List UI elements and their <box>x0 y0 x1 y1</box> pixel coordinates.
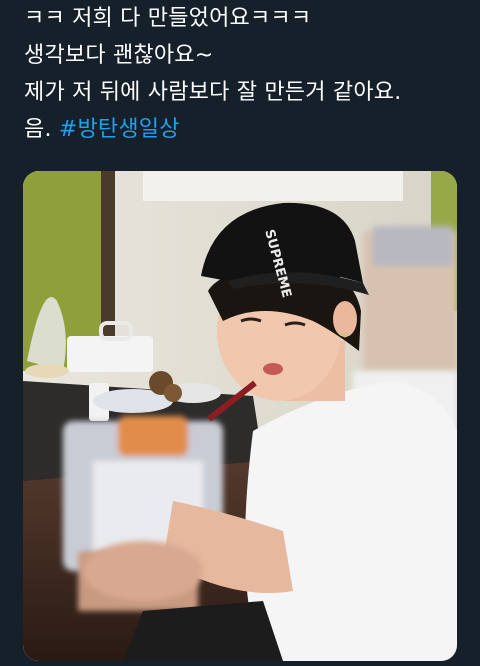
hashtag-link[interactable]: #방탄생일상 <box>59 117 180 142</box>
tweet-text-prefix: 음. <box>24 117 59 142</box>
tweet-photo[interactable]: SUPREME <box>23 171 457 661</box>
tweet-text-line-1: ㅋㅋ 저희 다 만들었어요ㅋㅋㅋ <box>24 6 312 31</box>
tweet-text-line-2: 생각보다 괜찮아요~ <box>24 43 214 68</box>
tweet-card: ㅋㅋ 저희 다 만들었어요ㅋㅋㅋ 생각보다 괜찮아요~ 제가 저 뒤에 사람보다… <box>0 0 480 666</box>
photo-illustration: SUPREME <box>23 171 457 661</box>
tweet-text-line-3: 제가 저 뒤에 사람보다 잘 만든거 같아요. <box>24 80 402 105</box>
tweet-text-line-4: 음. #방탄생일상 <box>24 111 464 148</box>
tweet-text: ㅋㅋ 저희 다 만들었어요ㅋㅋㅋ 생각보다 괜찮아요~ 제가 저 뒤에 사람보다… <box>24 0 464 148</box>
